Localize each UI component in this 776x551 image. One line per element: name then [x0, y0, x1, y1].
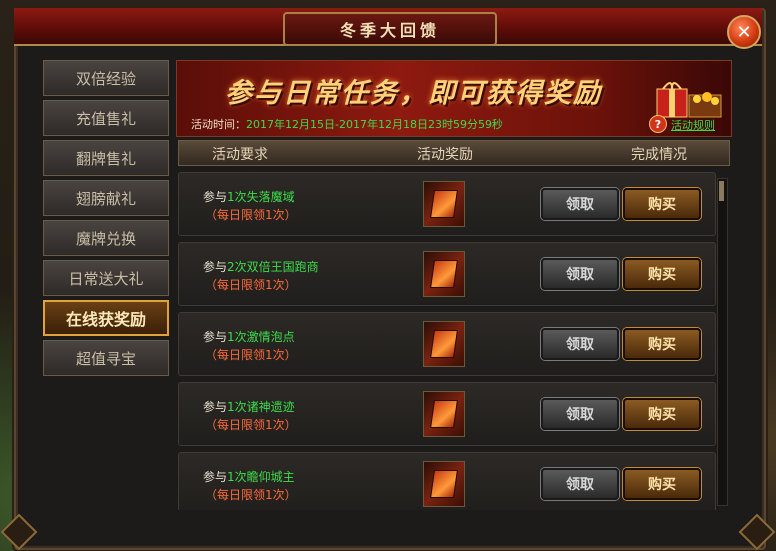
task-requirement: 参与1次诸神遗迹: [203, 398, 295, 415]
close-button[interactable]: ✕: [727, 15, 761, 49]
event-time: 活动时间：2017年12月15日-2017年12月18日23时59分59秒: [191, 116, 503, 132]
sidebar-item-recharge-gift[interactable]: 充值售礼: [43, 100, 169, 136]
task-name: 1次激情泡点: [227, 330, 295, 344]
task-prefix: 参与: [203, 190, 228, 204]
claim-button[interactable]: 领取: [541, 398, 619, 430]
task-prefix: 参与: [203, 330, 228, 344]
table-row: 参与1次瞻仰城主 （每日限领1次） 领取 购买: [178, 452, 716, 510]
event-time-value: 2017年12月15日-2017年12月18日23时59分59秒: [246, 118, 503, 131]
task-list-scrollbar[interactable]: [717, 178, 728, 506]
header-requirement: 活动要求: [212, 147, 268, 163]
task-name: 2次双倍王国跑商: [227, 260, 319, 274]
task-limit: （每日限领1次）: [205, 278, 297, 292]
claim-button[interactable]: 领取: [541, 328, 619, 360]
reward-card-icon[interactable]: [423, 391, 465, 437]
buy-button[interactable]: 购买: [623, 328, 701, 360]
sidebar-item-wing-gift[interactable]: 翅膀献礼: [43, 180, 169, 216]
table-row: 参与1次激情泡点 （每日限领1次） 领取 购买: [178, 312, 716, 376]
reward-card-icon[interactable]: [423, 181, 465, 227]
sidebar-item-flip-card-gift[interactable]: 翻牌售礼: [43, 140, 169, 176]
event-rules-link[interactable]: 活动规则: [671, 117, 715, 133]
task-limit: （每日限领1次）: [205, 348, 297, 362]
claim-button[interactable]: 领取: [541, 258, 619, 290]
buy-button[interactable]: 购买: [623, 258, 701, 290]
task-name: 1次瞻仰城主: [227, 470, 295, 484]
window-title: 冬季大回馈: [339, 21, 440, 40]
task-list: 参与1次失落魔域 （每日限领1次） 领取 购买 参与2次双倍王国跑商 （每日限领…: [178, 170, 716, 510]
task-requirement: 参与2次双倍王国跑商: [203, 258, 319, 275]
event-time-label: 活动时间：: [191, 118, 246, 131]
scrollbar-thumb[interactable]: [719, 181, 724, 201]
sidebar-item-double-exp[interactable]: 双倍经验: [43, 60, 169, 96]
help-icon[interactable]: ?: [649, 115, 667, 133]
task-prefix: 参与: [203, 400, 228, 414]
sidebar-item-magic-card-exchange[interactable]: 魔牌兑换: [43, 220, 169, 256]
buy-button[interactable]: 购买: [623, 398, 701, 430]
header-reward: 活动奖励: [417, 147, 473, 163]
task-prefix: 参与: [203, 470, 228, 484]
header-status: 完成情况: [631, 147, 687, 163]
banner-headline: 参与日常任务，即可获得奖励: [225, 78, 602, 109]
task-limit: （每日限领1次）: [205, 488, 297, 502]
claim-button[interactable]: 领取: [541, 468, 619, 500]
task-limit: （每日限领1次）: [205, 208, 297, 222]
task-name: 1次诸神遗迹: [227, 400, 295, 414]
sidebar-item-daily-gift[interactable]: 日常送大礼: [43, 260, 169, 296]
task-requirement: 参与1次瞻仰城主: [203, 468, 295, 485]
event-banner: 参与日常任务，即可获得奖励 活动时间：2017年12月15日-2017年12月1…: [176, 60, 732, 137]
sidebar-item-treasure-hunt[interactable]: 超值寻宝: [43, 340, 169, 376]
reward-card-icon[interactable]: [423, 251, 465, 297]
claim-button[interactable]: 领取: [541, 188, 619, 220]
sidebar: 双倍经验 充值售礼 翻牌售礼 翅膀献礼 魔牌兑换 日常送大礼 在线获奖励 超值寻…: [43, 60, 171, 380]
buy-button[interactable]: 购买: [623, 188, 701, 220]
table-row: 参与1次失落魔域 （每日限领1次） 领取 购买: [178, 172, 716, 236]
task-name: 1次失落魔域: [227, 190, 295, 204]
table-row: 参与1次诸神遗迹 （每日限领1次） 领取 购买: [178, 382, 716, 446]
sidebar-item-online-reward[interactable]: 在线获奖励: [43, 300, 169, 336]
reward-card-icon[interactable]: [423, 461, 465, 507]
table-header: 活动要求 活动奖励 完成情况: [178, 140, 730, 166]
task-requirement: 参与1次失落魔域: [203, 188, 295, 205]
title-plate: 冬季大回馈: [283, 12, 497, 46]
gift-box-icon: [656, 82, 722, 118]
reward-card-icon[interactable]: [423, 321, 465, 367]
task-limit: （每日限领1次）: [205, 418, 297, 432]
table-row: 参与2次双倍王国跑商 （每日限领1次） 领取 购买: [178, 242, 716, 306]
task-requirement: 参与1次激情泡点: [203, 328, 295, 345]
task-prefix: 参与: [203, 260, 228, 274]
buy-button[interactable]: 购买: [623, 468, 701, 500]
